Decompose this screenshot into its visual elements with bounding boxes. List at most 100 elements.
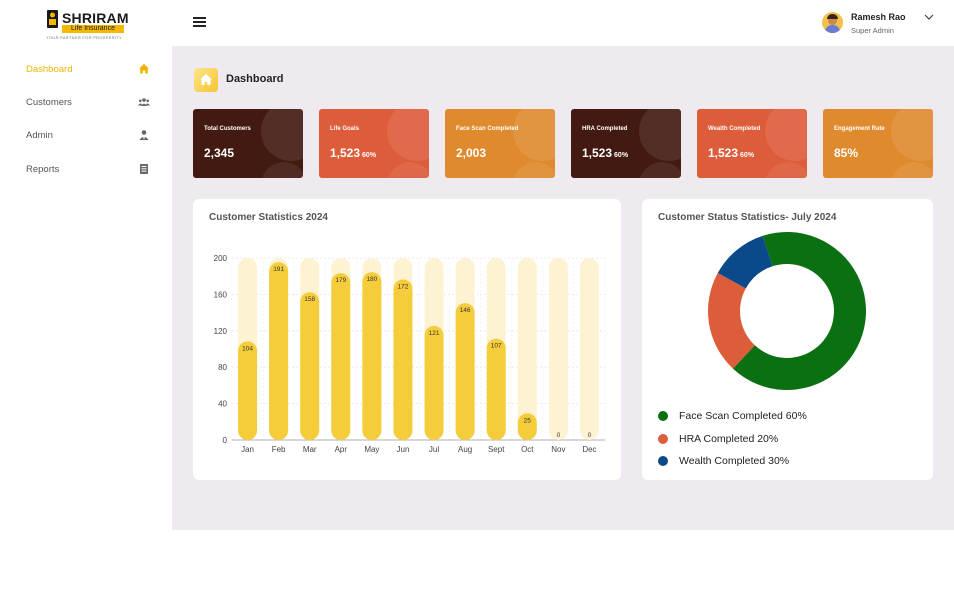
donut-legend: Face Scan Completed 60% HRA Completed 20… bbox=[658, 409, 898, 477]
bar-value-label: 158 bbox=[304, 296, 315, 303]
stat-card-value: 1,523 60% bbox=[330, 146, 377, 160]
x-tick-label: Dec bbox=[582, 445, 596, 454]
bar bbox=[393, 279, 413, 440]
x-tick-label: Nov bbox=[551, 445, 565, 454]
avatar bbox=[822, 12, 843, 33]
legend-item: Face Scan Completed 60% bbox=[658, 409, 898, 432]
brand-name: SHRIRAM bbox=[62, 10, 129, 26]
stat-card-hra[interactable]: HRA Completed 1,523 60% bbox=[571, 109, 681, 178]
bar bbox=[300, 292, 320, 440]
x-tick-label: Aug bbox=[458, 445, 472, 454]
stat-card-title: Life Goals bbox=[330, 126, 360, 132]
customer-status-panel: Customer Status Statistics- July 2024 Fa… bbox=[642, 199, 933, 480]
home-icon bbox=[200, 74, 212, 85]
stat-card-total-customers[interactable]: Total Customers 2,345 bbox=[193, 109, 303, 178]
customer-status-donut-chart bbox=[708, 232, 866, 390]
bar-value-label: 191 bbox=[273, 266, 284, 273]
bar-value-label: 107 bbox=[491, 343, 502, 350]
y-tick-label: 200 bbox=[214, 254, 228, 263]
logo-emblem-icon bbox=[47, 10, 58, 28]
bar-value-label: 146 bbox=[460, 307, 471, 314]
bar-value-label: 0 bbox=[557, 432, 561, 439]
y-tick-label: 80 bbox=[218, 363, 227, 372]
dashboard-badge bbox=[194, 68, 218, 92]
sidebar-item-reports[interactable]: Reports bbox=[26, 160, 152, 180]
sidebar-item-customers[interactable]: Customers bbox=[26, 93, 152, 113]
bar bbox=[331, 273, 351, 440]
x-tick-label: May bbox=[364, 445, 379, 454]
legend-label: Face Scan Completed 60% bbox=[679, 410, 807, 422]
x-tick-label: Sept bbox=[488, 445, 505, 454]
bar-track bbox=[548, 258, 568, 440]
stat-card-title: Engagement Rate bbox=[834, 126, 885, 132]
x-tick-label: Jan bbox=[241, 445, 254, 454]
stat-card-title: Total Customers bbox=[204, 126, 251, 132]
x-tick-label: Feb bbox=[272, 445, 286, 454]
sidebar-item-label: Customers bbox=[26, 97, 72, 108]
bar-value-label: 172 bbox=[398, 283, 409, 290]
stat-card-value: 85% bbox=[834, 146, 859, 160]
x-tick-label: Apr bbox=[335, 445, 348, 454]
user-role: Super Admin bbox=[851, 26, 894, 35]
y-tick-label: 0 bbox=[223, 436, 228, 445]
legend-dot bbox=[658, 456, 668, 466]
stat-card-life-goals[interactable]: Life Goals 1,523 60% bbox=[319, 109, 429, 178]
stat-card-value: 1,523 60% bbox=[582, 146, 629, 160]
brand-subtitle: Life Insurance bbox=[62, 25, 124, 33]
customer-statistics-bar-chart: 0 40 80 120 160 200 104 Jan 191 Feb 158 Mar 179 Apr 18… bbox=[214, 254, 606, 454]
bar bbox=[486, 338, 506, 440]
x-tick-label: Jul bbox=[429, 445, 439, 454]
stat-card-title: Face Scan Completed bbox=[456, 126, 519, 132]
user-name: Ramesh Rao bbox=[851, 12, 906, 22]
x-tick-label: Jun bbox=[397, 445, 410, 454]
sidebar-item-label: Reports bbox=[26, 164, 60, 175]
bar-value-label: 180 bbox=[366, 276, 377, 283]
x-tick-label: Mar bbox=[303, 445, 317, 454]
bar-value-label: 25 bbox=[524, 417, 532, 424]
bar-track bbox=[579, 258, 599, 440]
page-title: Dashboard bbox=[226, 73, 284, 85]
brand-logo[interactable]: SHRIRAM Life Insurance YOUR PARTNER FOR … bbox=[46, 8, 129, 40]
stat-card-title: HRA Completed bbox=[582, 126, 628, 132]
report-icon bbox=[140, 164, 148, 174]
stat-card-wealth[interactable]: Wealth Completed 1,523 60% bbox=[697, 109, 807, 178]
user-admin-icon bbox=[139, 130, 149, 140]
sidebar: Dashboard Customers Admin Reports bbox=[0, 46, 172, 530]
hamburger-menu-icon[interactable] bbox=[193, 17, 206, 28]
sidebar-item-admin[interactable]: Admin bbox=[26, 126, 152, 146]
brand-tagline: YOUR PARTNER FOR PROSPERITY bbox=[46, 35, 122, 40]
bar bbox=[424, 325, 444, 440]
legend-label: Wealth Completed 30% bbox=[679, 455, 790, 467]
legend-item: HRA Completed 20% bbox=[658, 432, 898, 455]
customer-statistics-panel: Customer Statistics 2024 0 40 80 120 160 200 1… bbox=[193, 199, 621, 480]
bar-value-label: 179 bbox=[335, 277, 346, 284]
bar bbox=[269, 262, 289, 440]
main-content: Dashboard Total Customers 2,345 Life Goa… bbox=[172, 46, 954, 530]
users-icon bbox=[138, 98, 150, 106]
bar bbox=[455, 303, 475, 440]
stat-card-value: 1,523 60% bbox=[708, 146, 755, 160]
app-root: SHRIRAM Life Insurance YOUR PARTNER FOR … bbox=[0, 0, 954, 600]
bar bbox=[238, 341, 258, 440]
bar-track bbox=[517, 258, 537, 440]
y-tick-label: 40 bbox=[218, 400, 227, 409]
bar bbox=[362, 272, 382, 440]
sidebar-item-label: Admin bbox=[26, 130, 53, 141]
stat-card-value: 2,345 bbox=[204, 146, 235, 160]
legend-dot bbox=[658, 411, 668, 421]
stat-card-value: 2,003 bbox=[456, 146, 487, 160]
sidebar-item-dashboard[interactable]: Dashboard bbox=[26, 60, 152, 80]
legend-item: Wealth Completed 30% bbox=[658, 454, 898, 477]
home-icon bbox=[139, 64, 149, 74]
y-tick-label: 120 bbox=[214, 327, 228, 336]
stat-card-face-scan[interactable]: Face Scan Completed 2,003 bbox=[445, 109, 555, 178]
user-profile-menu[interactable]: Ramesh Rao Super Admin bbox=[822, 10, 934, 38]
x-tick-label: Oct bbox=[521, 445, 534, 454]
bar-value-label: 0 bbox=[588, 432, 592, 439]
legend-label: HRA Completed 20% bbox=[679, 432, 779, 445]
bar-value-label: 104 bbox=[242, 345, 253, 352]
chevron-down-icon[interactable] bbox=[924, 13, 934, 21]
sidebar-item-label: Dashboard bbox=[26, 64, 73, 75]
stat-card-engagement[interactable]: Engagement Rate 85% bbox=[823, 109, 933, 178]
bar-value-label: 121 bbox=[429, 330, 440, 337]
